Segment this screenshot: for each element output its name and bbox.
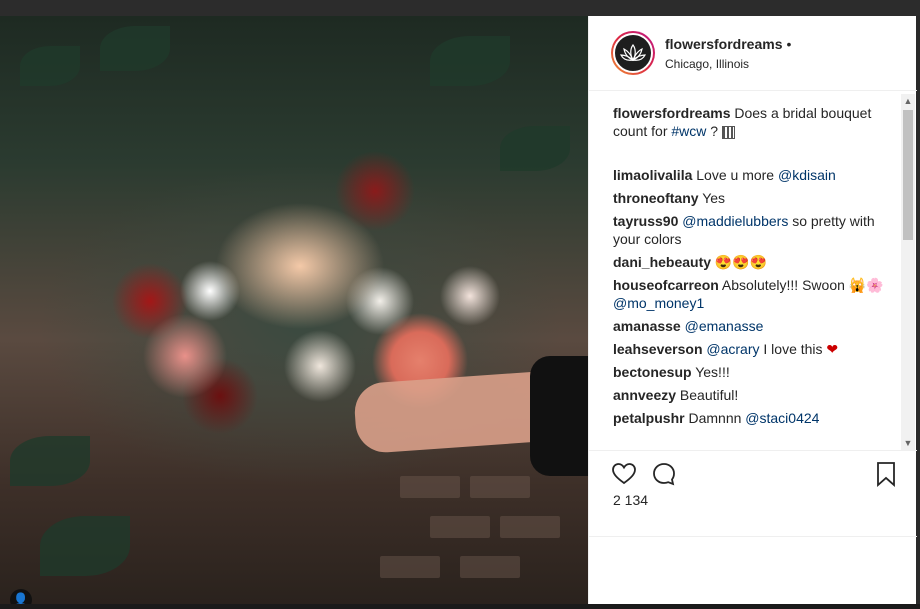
ivy-leaf <box>10 436 90 486</box>
comment: throneoftany Yes <box>613 189 899 207</box>
comment-text: Yes <box>698 190 726 206</box>
ivy-leaf <box>430 36 510 86</box>
caption-tail: ? <box>706 123 722 139</box>
mention-link[interactable]: @emanasse <box>685 318 764 334</box>
brick <box>380 556 440 578</box>
scroll-up-arrow-icon[interactable]: ▲ <box>901 94 915 108</box>
comment-username[interactable]: leahseverson <box>613 341 703 357</box>
ivy-leaf <box>100 26 170 71</box>
comment-username[interactable]: petalpushr <box>613 410 685 426</box>
comment: petalpushr Damnnn @staci0424 <box>613 409 899 427</box>
brick <box>400 476 460 498</box>
ivy-leaf <box>20 46 80 86</box>
comment-text-after: I love this ❤ <box>759 341 839 357</box>
brick <box>430 516 490 538</box>
user-tag-icon[interactable]: 👤 <box>10 589 32 604</box>
brick <box>470 476 530 498</box>
ivy-leaf <box>40 516 130 576</box>
scroll-down-arrow-icon[interactable]: ▼ <box>901 436 915 450</box>
comment-icon[interactable] <box>651 461 677 487</box>
qr-emoji-icon <box>721 125 735 139</box>
lotus-logo-icon <box>613 33 653 73</box>
caption-username[interactable]: flowersfordreams <box>613 105 730 121</box>
comment-text: Absolutely!!! Swoon 🙀🌸 <box>718 277 884 293</box>
comment-username[interactable]: tayruss90 <box>613 213 678 229</box>
post-photo[interactable]: 👤 <box>0 16 588 604</box>
mention-link[interactable]: @kdisain <box>778 167 836 183</box>
post-location[interactable]: Chicago, Illinois <box>665 57 791 71</box>
comment-text: Love u more <box>692 167 778 183</box>
scrollbar-thumb[interactable] <box>903 110 913 240</box>
comment: tayruss90 @maddielubbers so pretty with … <box>613 212 899 248</box>
comment: annveezy Beautiful! <box>613 386 899 404</box>
comment-username[interactable]: throneoftany <box>613 190 699 206</box>
heart-icon[interactable] <box>611 461 637 487</box>
red-heart-emoji-icon: ❤ <box>826 341 839 357</box>
mention-link[interactable]: @acrary <box>706 341 759 357</box>
comment-username[interactable]: bectonesup <box>613 364 692 380</box>
comment: dani_hebeauty 😍😍😍 <box>613 253 899 271</box>
comment-text: Damnnn <box>684 410 746 426</box>
top-bar <box>0 0 920 16</box>
comment-username[interactable]: amanasse <box>613 318 681 334</box>
comments-scrollbar[interactable]: ▲ ▼ <box>901 94 915 450</box>
mention-link[interactable]: @staci0424 <box>745 410 819 426</box>
post-side-panel: flowersfordreams • Chicago, Illinois flow… <box>588 16 917 604</box>
post-username[interactable]: flowersfordreams <box>665 36 782 52</box>
comment: leahseverson @acrary I love this ❤ <box>613 340 899 358</box>
action-bar <box>589 450 917 494</box>
comment-text: Beautiful! <box>676 387 739 403</box>
mention-link[interactable]: @mo_money1 <box>613 295 704 311</box>
comment: bectonesup Yes!!! <box>613 363 899 381</box>
bottom-bar <box>0 604 920 609</box>
comment-username[interactable]: houseofcarreon <box>613 277 719 293</box>
comment-username[interactable]: annveezy <box>613 387 676 403</box>
comment-text: 😍😍😍 <box>711 254 768 270</box>
black-sleeve <box>530 356 588 476</box>
brick <box>460 556 520 578</box>
caption: flowersfordreams Does a bridal bouquet c… <box>613 104 899 140</box>
likes-count[interactable]: 2 134 <box>613 492 648 508</box>
brick <box>500 516 560 538</box>
separator-dot: • <box>786 35 792 52</box>
comment-username[interactable]: dani_hebeauty <box>613 254 711 270</box>
bookmark-icon[interactable] <box>873 461 899 487</box>
mention-link[interactable]: @maddielubbers <box>682 213 788 229</box>
avatar[interactable] <box>611 31 655 75</box>
post-header: flowersfordreams • Chicago, Illinois <box>589 16 917 91</box>
comment: houseofcarreon Absolutely!!! Swoon 🙀🌸 @m… <box>613 276 899 312</box>
ivy-leaf <box>500 126 570 171</box>
comment-username[interactable]: limaolivalila <box>613 167 692 183</box>
comment-text: Yes!!! <box>691 364 730 380</box>
comments-list[interactable]: flowersfordreams Does a bridal bouquet c… <box>589 92 917 450</box>
comment: limaolivalila Love u more @kdisain <box>613 166 899 184</box>
divider <box>589 536 917 537</box>
comment: amanasse @emanasse <box>613 317 899 335</box>
hashtag-link[interactable]: #wcw <box>671 123 706 139</box>
header-text: flowersfordreams • Chicago, Illinois <box>665 36 791 71</box>
instagram-post-viewer: 👤 flowersfordreams • Chicago, Illinois f… <box>0 0 920 609</box>
